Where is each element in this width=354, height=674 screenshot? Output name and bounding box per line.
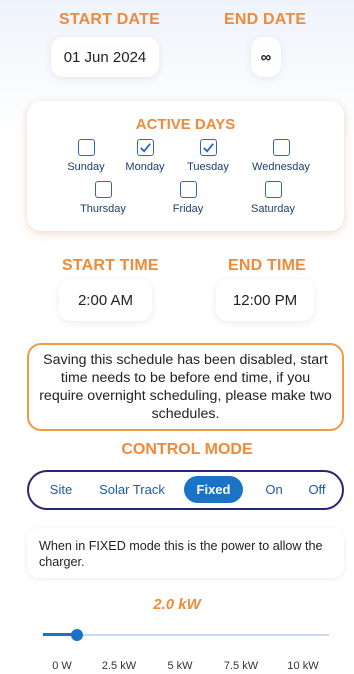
checkbox-icon[interactable] (179, 181, 197, 198)
schedule-warning: Saving this schedule has been disabled, … (27, 343, 344, 431)
control-mode-title: CONTROL MODE (121, 441, 253, 458)
slider-tick-label: 5 kW (167, 660, 193, 672)
end-time-field[interactable]: 12:00 PM (216, 279, 314, 321)
day-thursday[interactable]: Thursday (68, 181, 138, 215)
mode-description: When in FIXED mode this is the power to … (27, 528, 344, 578)
mode-on-button[interactable]: On (257, 472, 291, 507)
checkbox-icon[interactable] (94, 181, 112, 198)
day-label: Tuesday (187, 161, 229, 173)
checkbox-icon[interactable] (77, 139, 95, 156)
checkbox-checked-icon[interactable] (199, 139, 217, 156)
mode-fixed-button[interactable]: Fixed (184, 476, 243, 503)
slider-tick-label: 2.5 kW (101, 660, 137, 672)
start-date-label: START DATE (59, 11, 160, 28)
slider-tick-label: 0 W (52, 660, 72, 672)
day-friday[interactable]: Friday (153, 181, 223, 215)
start-time-field[interactable]: 2:00 AM (59, 279, 152, 321)
power-value: 2.0 kW (153, 596, 201, 613)
start-date-field[interactable]: 01 Jun 2024 (51, 37, 159, 77)
mode-off-button[interactable]: Off (299, 472, 335, 507)
active-days-title: ACTIVE DAYS (135, 116, 236, 133)
mode-site-button[interactable]: Site (37, 472, 85, 507)
day-label: Friday (172, 203, 204, 215)
day-label: Saturday (250, 203, 296, 215)
control-mode-selector: Site Solar Track Fixed On Off (27, 470, 344, 510)
mode-solar-track-button[interactable]: Solar Track (87, 472, 177, 507)
checkbox-icon[interactable] (272, 139, 290, 156)
checkbox-icon[interactable] (264, 181, 282, 198)
slider-tick-label: 7.5 kW (223, 660, 259, 672)
slider-tick-label: 10 kW (287, 660, 319, 672)
day-monday[interactable]: Monday (110, 139, 180, 173)
day-label: Thursday (80, 203, 126, 215)
end-time-label: END TIME (228, 257, 307, 274)
start-time-label: START TIME (62, 257, 159, 274)
day-label: Sunday (67, 161, 105, 173)
day-label: Wednesday (252, 161, 310, 173)
end-date-field[interactable]: ∞ (251, 37, 281, 77)
day-label: Monday (125, 161, 165, 173)
day-wednesday[interactable]: Wednesday (246, 139, 316, 173)
slider-track[interactable] (43, 634, 329, 636)
day-saturday[interactable]: Saturday (238, 181, 308, 215)
day-tuesday[interactable]: Tuesday (173, 139, 243, 173)
end-date-label: END DATE (224, 11, 307, 28)
slider-thumb[interactable] (71, 629, 84, 641)
active-days-card: ACTIVE DAYS Sunday Monday Tuesday Wednes… (27, 101, 344, 231)
checkbox-checked-icon[interactable] (136, 139, 154, 156)
